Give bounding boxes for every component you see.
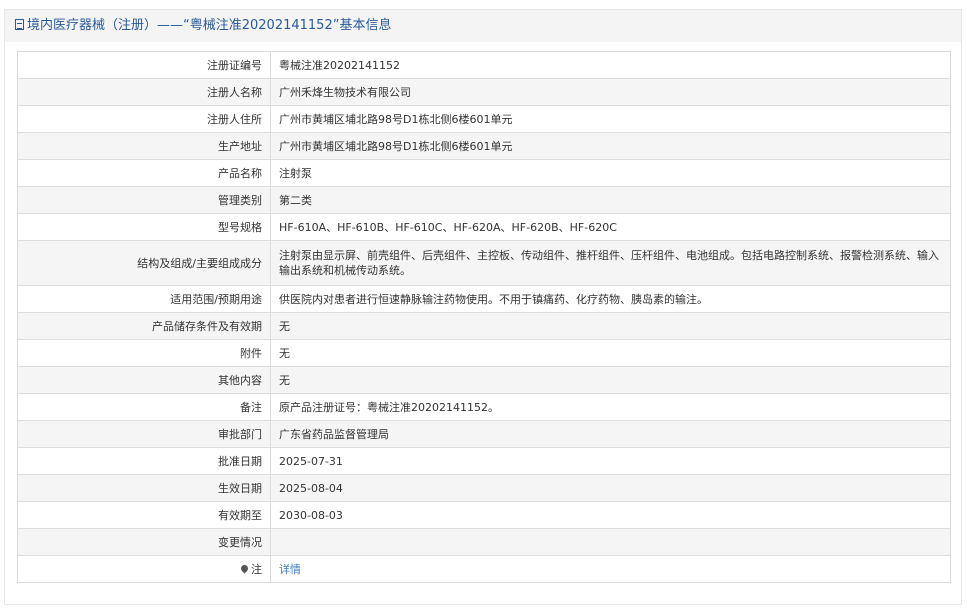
info-table: 注册证编号 粤械注准20202141152 注册人名称 广州禾烽生物技术有限公司…	[17, 51, 951, 583]
row-value: 广州禾烽生物技术有限公司	[270, 78, 951, 106]
row-value: 广东省药品监督管理局	[270, 420, 951, 448]
row-value: 详情	[270, 555, 951, 583]
row-label: 批准日期	[17, 447, 271, 475]
table-row-other: 其他内容 无	[17, 366, 951, 394]
document-icon	[15, 19, 24, 30]
row-label: 备注	[17, 393, 271, 421]
row-value: HF-610A、HF-610B、HF-610C、HF-620A、HF-620B、…	[270, 213, 951, 241]
detail-panel: 境内医疗器械（注册）——“粤械注准20202141152”基本信息 注册证编号 …	[4, 9, 962, 605]
row-value: 无	[270, 366, 951, 394]
row-value: 供医院内对患者进行恒速静脉输注药物使用。不用于镇痛药、化疗药物、胰岛素的输注。	[270, 285, 951, 313]
table-row-model-spec: 型号规格 HF-610A、HF-610B、HF-610C、HF-620A、HF-…	[17, 213, 951, 241]
row-label: 注册证编号	[17, 51, 271, 79]
row-label: 管理类别	[17, 186, 271, 214]
row-label: 产品名称	[17, 159, 271, 187]
table-row-note: 注 详情	[17, 555, 951, 583]
panel-body: 注册证编号 粤械注准20202141152 注册人名称 广州禾烽生物技术有限公司…	[5, 42, 961, 604]
table-row-storage: 产品储存条件及有效期 无	[17, 312, 951, 340]
table-row-effective-date: 生效日期 2025-08-04	[17, 474, 951, 502]
row-value: 无	[270, 339, 951, 367]
table-row-production-address: 生产地址 广州市黄埔区埔北路98号D1栋北侧6楼601单元	[17, 132, 951, 160]
row-label: 其他内容	[17, 366, 271, 394]
page-title: 境内医疗器械（注册）——“粤械注准20202141152”基本信息	[27, 18, 392, 33]
row-label: 结构及组成/主要组成成分	[17, 240, 271, 286]
row-label: 注册人住所	[17, 105, 271, 133]
table-row-structure: 结构及组成/主要组成成分 注射泵由显示屏、前壳组件、后壳组件、主控板、传动组件、…	[17, 240, 951, 286]
row-value: 2030-08-03	[270, 501, 951, 529]
table-row-approval-date: 批准日期 2025-07-31	[17, 447, 951, 475]
table-row-attachments: 附件 无	[17, 339, 951, 367]
table-row-intended-use: 适用范围/预期用途 供医院内对患者进行恒速静脉输注药物使用。不用于镇痛药、化疗药…	[17, 285, 951, 313]
table-row-approval-dept: 审批部门 广东省药品监督管理局	[17, 420, 951, 448]
row-label: 变更情况	[17, 528, 271, 556]
note-label: 注	[251, 562, 262, 576]
table-row-registrant-name: 注册人名称 广州禾烽生物技术有限公司	[17, 78, 951, 106]
row-value: 原产品注册证号：粤械注准20202141152。	[270, 393, 951, 421]
table-row-product-name: 产品名称 注射泵	[17, 159, 951, 187]
row-label: 产品储存条件及有效期	[17, 312, 271, 340]
row-value: 2025-08-04	[270, 474, 951, 502]
row-value: 注射泵	[270, 159, 951, 187]
row-value: 无	[270, 312, 951, 340]
table-row-changes: 变更情况	[17, 528, 951, 556]
table-row-category: 管理类别 第二类	[17, 186, 951, 214]
row-value: 广州市黄埔区埔北路98号D1栋北侧6楼601单元	[270, 105, 951, 133]
row-label: 有效期至	[17, 501, 271, 529]
row-value: 第二类	[270, 186, 951, 214]
row-label: 附件	[17, 339, 271, 367]
row-label: 适用范围/预期用途	[17, 285, 271, 313]
panel-header: 境内医疗器械（注册）——“粤械注准20202141152”基本信息	[5, 10, 961, 41]
row-value: 广州市黄埔区埔北路98号D1栋北侧6楼601单元	[270, 132, 951, 160]
table-row-registrant-address: 注册人住所 广州市黄埔区埔北路98号D1栋北侧6楼601单元	[17, 105, 951, 133]
row-label: 注册人名称	[17, 78, 271, 106]
row-label: 型号规格	[17, 213, 271, 241]
row-value	[270, 528, 951, 556]
row-value: 粤械注准20202141152	[270, 51, 951, 79]
row-label: 审批部门	[17, 420, 271, 448]
row-value: 2025-07-31	[270, 447, 951, 475]
row-value: 注射泵由显示屏、前壳组件、后壳组件、主控板、传动组件、推杆组件、压杆组件、电池组…	[270, 240, 951, 286]
pin-icon	[239, 563, 250, 573]
row-label: 注	[17, 555, 271, 583]
row-label: 生效日期	[17, 474, 271, 502]
details-link[interactable]: 详情	[279, 563, 301, 576]
table-row-registration-no: 注册证编号 粤械注准20202141152	[17, 51, 951, 79]
row-label: 生产地址	[17, 132, 271, 160]
table-row-remarks: 备注 原产品注册证号：粤械注准20202141152。	[17, 393, 951, 421]
table-row-expiry-date: 有效期至 2030-08-03	[17, 501, 951, 529]
